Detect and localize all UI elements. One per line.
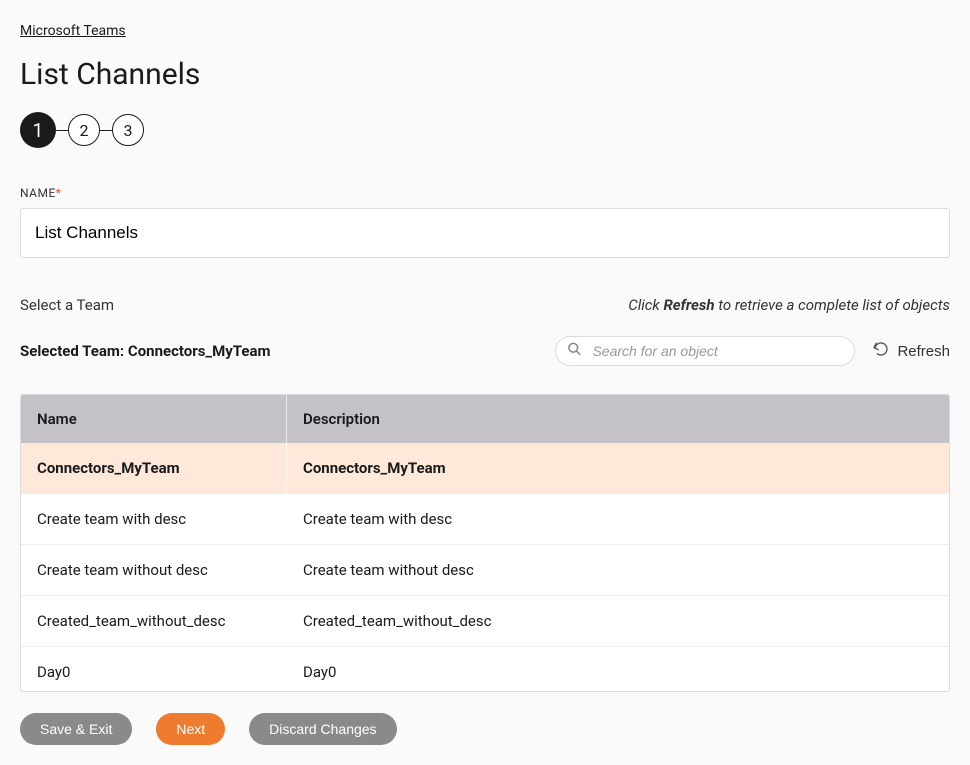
cell-name: Create team without desc: [21, 545, 287, 595]
step-3[interactable]: 3: [112, 114, 144, 146]
discard-button[interactable]: Discard Changes: [249, 713, 396, 745]
name-input[interactable]: [20, 208, 950, 258]
cell-name: Created_team_without_desc: [21, 596, 287, 646]
breadcrumb[interactable]: Microsoft Teams: [20, 23, 126, 39]
page-title: List Channels: [20, 57, 950, 92]
cell-description: Create team without desc: [287, 545, 949, 595]
search-icon: [567, 342, 582, 361]
search-wrap: [555, 336, 855, 366]
stepper: 1 2 3: [20, 112, 950, 148]
step-1[interactable]: 1: [20, 112, 56, 148]
header-name[interactable]: Name: [21, 395, 287, 443]
table-row[interactable]: Create team with descCreate team with de…: [21, 493, 949, 544]
table-row[interactable]: Created_team_without_descCreated_team_wi…: [21, 595, 949, 646]
refresh-hint: Click Refresh to retrieve a complete lis…: [628, 296, 950, 314]
header-description[interactable]: Description: [287, 395, 949, 443]
table-row[interactable]: Day0Day0: [21, 646, 949, 691]
cell-name: Create team with desc: [21, 494, 287, 544]
selected-team: Selected Team: Connectors_MyTeam: [20, 342, 271, 360]
search-input[interactable]: [555, 336, 855, 366]
cell-name: Connectors_MyTeam: [21, 443, 287, 493]
required-indicator: *: [56, 186, 62, 200]
table-header: Name Description: [21, 395, 949, 443]
step-connector: [56, 130, 68, 131]
cell-description: Connectors_MyTeam: [287, 443, 949, 493]
refresh-button[interactable]: Refresh: [873, 341, 950, 361]
table-body[interactable]: Connectors_MyTeamConnectors_MyTeamCreate…: [21, 443, 949, 691]
next-button[interactable]: Next: [156, 713, 225, 745]
actions: Save & Exit Next Discard Changes: [20, 713, 397, 745]
name-label: NAME*: [20, 186, 950, 200]
cell-description: Created_team_without_desc: [287, 596, 949, 646]
cell-description: Day0: [287, 647, 949, 691]
cell-description: Create team with desc: [287, 494, 949, 544]
save-exit-button[interactable]: Save & Exit: [20, 713, 132, 745]
step-connector: [100, 130, 112, 131]
table-row[interactable]: Connectors_MyTeamConnectors_MyTeam: [21, 443, 949, 493]
step-2[interactable]: 2: [68, 114, 100, 146]
cell-name: Day0: [21, 647, 287, 691]
teams-table: Name Description Connectors_MyTeamConnec…: [20, 394, 950, 692]
refresh-icon: [873, 341, 889, 361]
table-row[interactable]: Create team without descCreate team with…: [21, 544, 949, 595]
select-team-label: Select a Team: [20, 296, 114, 314]
refresh-button-label: Refresh: [897, 343, 950, 360]
